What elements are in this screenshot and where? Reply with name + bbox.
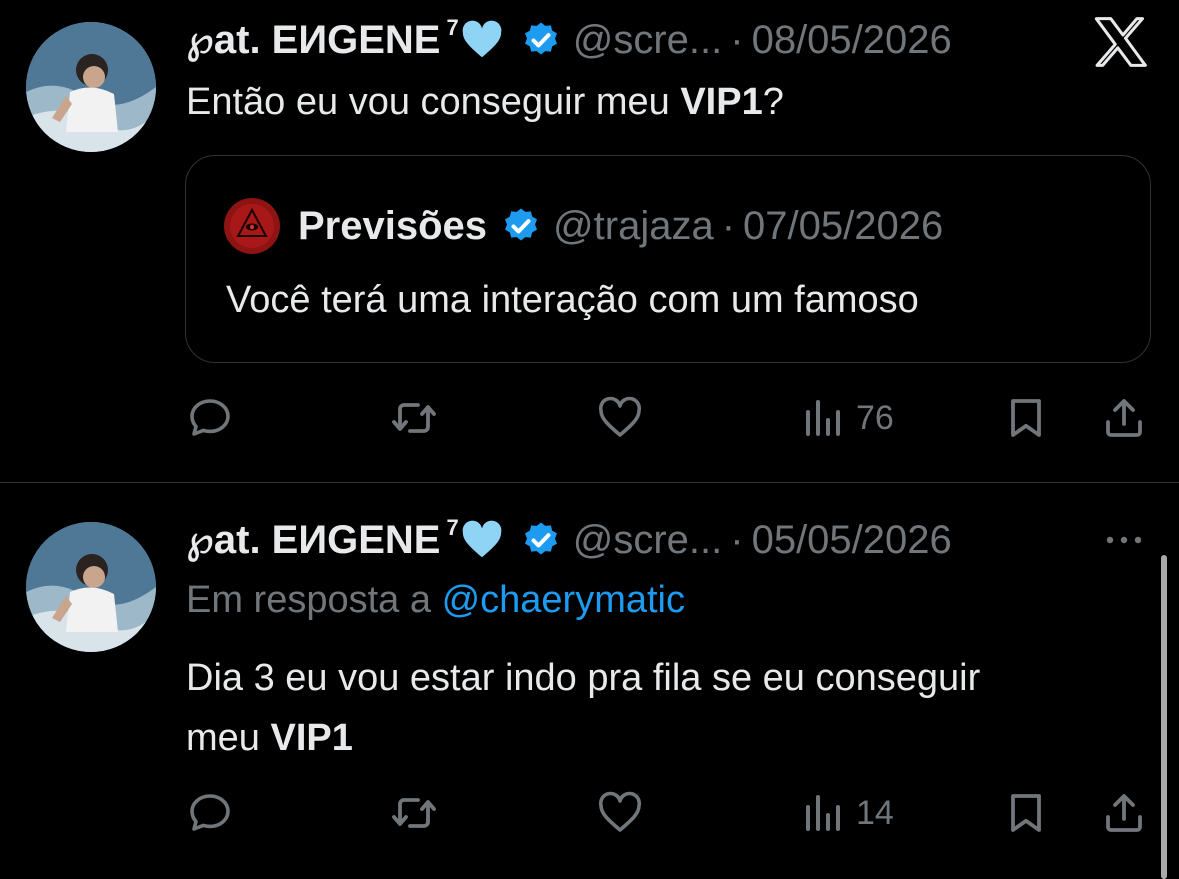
heart-icon bbox=[598, 791, 642, 832]
author-name[interactable]: ℘at. EИGENE 7 bbox=[186, 15, 459, 63]
reply-button[interactable] bbox=[186, 388, 234, 448]
reply-icon bbox=[190, 399, 230, 436]
reply-mention-link[interactable]: @chaerymatic bbox=[442, 579, 685, 621]
tweet-text-line-2: meu VIP1 bbox=[186, 717, 353, 759]
verified-badge-icon bbox=[501, 206, 541, 246]
light-blue-heart-icon bbox=[459, 17, 505, 63]
bookmark-icon bbox=[1011, 794, 1041, 832]
quoted-tweet[interactable]: Previsões @trajaza · 07/05/2026 Você ter… bbox=[185, 155, 1151, 363]
verified-badge-icon bbox=[521, 520, 561, 560]
quote-text: Você terá uma interação com um famoso bbox=[226, 279, 919, 321]
reply-context: Em resposta a @chaerymatic bbox=[186, 579, 685, 621]
bookmark-button[interactable] bbox=[1002, 388, 1050, 448]
bookmark-button[interactable] bbox=[1002, 783, 1050, 843]
separator-dot: · bbox=[730, 17, 744, 62]
quote-author-handle[interactable]: @trajaza bbox=[553, 204, 714, 249]
bookmark-icon bbox=[1011, 399, 1041, 437]
more-icon[interactable] bbox=[1100, 530, 1148, 550]
like-button[interactable] bbox=[596, 783, 644, 843]
reply-button[interactable] bbox=[186, 783, 234, 843]
share-icon bbox=[1106, 794, 1142, 832]
share-icon bbox=[1106, 399, 1142, 437]
tweet-date[interactable]: 05/05/2026 bbox=[752, 518, 952, 563]
retweet-button[interactable] bbox=[390, 388, 438, 448]
heart-icon bbox=[598, 396, 642, 437]
tweet-header: ℘at. EИGENE 7 @scre... · 05/05/2026 bbox=[186, 515, 952, 565]
quote-date[interactable]: 07/05/2026 bbox=[743, 204, 943, 249]
views-button[interactable]: 76 bbox=[800, 388, 894, 448]
retweet-icon bbox=[392, 403, 436, 433]
tweet-text: Dia 3 eu vou estar indo pra fila se eu c… bbox=[186, 648, 980, 768]
scrollbar[interactable] bbox=[1161, 555, 1167, 879]
like-button[interactable] bbox=[596, 388, 644, 448]
quote-header: Previsões @trajaza · 07/05/2026 bbox=[298, 200, 943, 252]
share-button[interactable] bbox=[1100, 388, 1148, 448]
action-bar: 76 bbox=[186, 388, 1156, 448]
verified-badge-icon bbox=[521, 20, 561, 60]
quote-author-name[interactable]: Previsões bbox=[298, 204, 487, 249]
share-button[interactable] bbox=[1100, 783, 1148, 843]
author-handle[interactable]: @scre... bbox=[573, 18, 723, 63]
author-avatar[interactable] bbox=[26, 22, 156, 152]
views-icon bbox=[806, 400, 840, 436]
retweet-icon bbox=[392, 798, 436, 828]
views-icon bbox=[806, 795, 840, 831]
tweet-1[interactable]: ℘at. EИGENE 7 @scre... · 08/05/2026 Então… bbox=[0, 0, 1179, 482]
views-button[interactable]: 14 bbox=[800, 783, 894, 843]
tweet-text: Então eu vou conseguir meu VIP1? bbox=[186, 81, 784, 123]
separator-dot: · bbox=[721, 203, 736, 248]
author-avatar[interactable] bbox=[26, 522, 156, 652]
separator-dot: · bbox=[730, 517, 744, 562]
tweet-text-line-1: Dia 3 eu vou estar indo pra fila se eu c… bbox=[186, 657, 981, 699]
quote-author-avatar[interactable] bbox=[224, 198, 280, 254]
tweet-date[interactable]: 08/05/2026 bbox=[752, 18, 952, 63]
author-name[interactable]: ℘at. EИGENE 7 bbox=[186, 515, 459, 563]
reply-icon bbox=[190, 794, 230, 831]
retweet-button[interactable] bbox=[390, 783, 438, 843]
author-handle[interactable]: @scre... bbox=[573, 518, 723, 563]
light-blue-heart-icon bbox=[459, 517, 505, 563]
tweet-header: ℘at. EИGENE 7 @scre... · 08/05/2026 bbox=[186, 15, 952, 65]
views-count: 76 bbox=[856, 398, 894, 437]
views-count: 14 bbox=[856, 793, 894, 832]
action-bar: 14 bbox=[186, 783, 1156, 843]
x-logo-icon bbox=[1094, 16, 1150, 68]
